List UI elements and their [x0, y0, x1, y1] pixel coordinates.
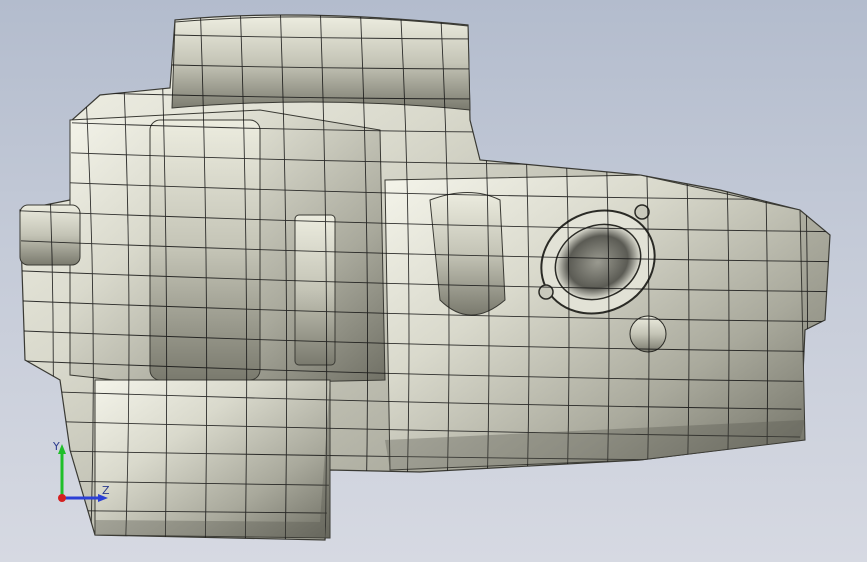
x-axis-dot [58, 494, 66, 502]
lower-left-housing [94, 379, 331, 539]
y-axis-label: Y [52, 440, 60, 453]
z-axis-label: Z [102, 484, 110, 497]
axis-triad: Y Z [52, 440, 110, 502]
cad-3d-viewport[interactable]: Y Z [0, 0, 867, 562]
engine-model[interactable] [0, 0, 867, 562]
